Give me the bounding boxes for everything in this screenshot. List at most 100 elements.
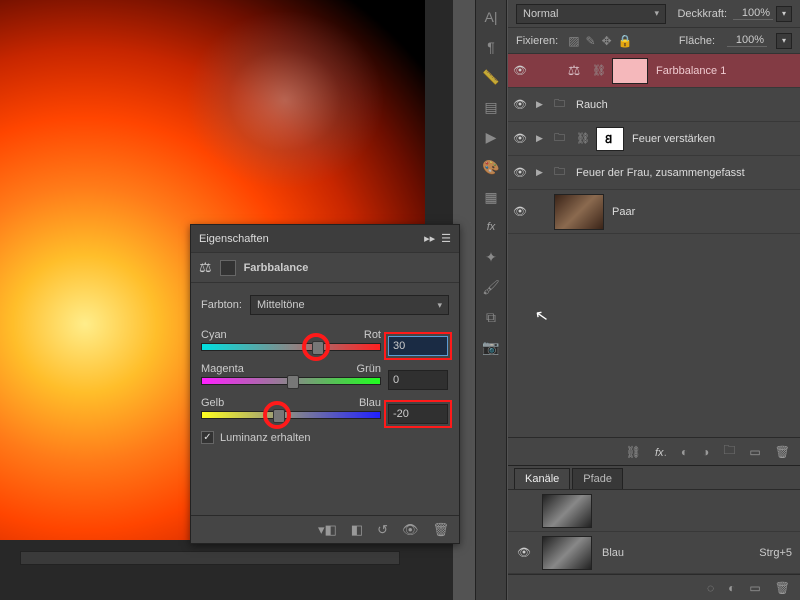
tab-pfade[interactable]: Pfade: [572, 468, 623, 489]
new-layer-icon[interactable]: ▭: [749, 445, 760, 459]
slider-handle[interactable]: [312, 341, 324, 355]
fill-value[interactable]: 100%: [727, 34, 767, 47]
visibility-icon[interactable]: 👁: [512, 132, 528, 145]
grid-icon[interactable]: ▦: [482, 188, 500, 206]
channels-tabs: Kanäle Pfade: [508, 466, 800, 490]
channels-footer: ◌ ◐ ▭ 🗑: [508, 574, 800, 600]
fill-stepper[interactable]: ▾: [776, 33, 792, 49]
lock-all-icon[interactable]: 🔒: [618, 34, 633, 48]
magenta-label: Magenta: [201, 363, 244, 375]
chevron-down-icon: ▾: [654, 8, 659, 19]
fx-icon[interactable]: fx: [482, 218, 500, 236]
tone-dropdown[interactable]: Mitteltöne ▾: [250, 295, 449, 315]
lock-pixels-icon[interactable]: ▨: [568, 34, 579, 48]
fill-label: Fläche:: [679, 35, 715, 47]
layer-mask-thumb[interactable]: 𐐒: [596, 127, 624, 151]
mask-icon[interactable]: ◐: [681, 445, 688, 459]
balance-icon: ⚖: [199, 259, 212, 276]
tone-value: Mitteltöne: [257, 299, 305, 311]
visibility-icon[interactable]: 👁: [512, 98, 528, 111]
camera-icon[interactable]: 📷: [482, 338, 500, 356]
channel-row[interactable]: [508, 490, 800, 532]
cyan-label: Cyan: [201, 329, 227, 341]
visibility-icon[interactable]: 👁: [512, 205, 528, 218]
opacity-value[interactable]: 100%: [733, 7, 773, 20]
clone-icon[interactable]: ⧉: [482, 308, 500, 326]
expand-icon[interactable]: ▶: [536, 167, 546, 178]
expand-icon[interactable]: ▶: [536, 133, 546, 144]
layer-name: Paar: [612, 206, 800, 218]
slider-handle[interactable]: [273, 409, 285, 423]
magenta-green-value[interactable]: 0: [388, 370, 448, 390]
trash-icon[interactable]: 🗑: [432, 522, 449, 538]
luminance-label: Luminanz erhalten: [220, 432, 311, 444]
gelb-label: Gelb: [201, 397, 224, 409]
channel-row-blau[interactable]: 👁 Blau Strg+5: [508, 532, 800, 574]
luminance-checkbox[interactable]: ✓: [201, 431, 214, 444]
trash-icon[interactable]: 🗑: [775, 581, 790, 595]
blend-mode-dropdown[interactable]: Normal ▾: [516, 4, 666, 24]
horizontal-scrollbar[interactable]: [20, 551, 400, 565]
channel-thumb[interactable]: [542, 536, 592, 570]
link-layers-icon[interactable]: ⛓: [626, 445, 641, 459]
rot-label: Rot: [364, 329, 381, 341]
mask-toggle-icon[interactable]: [220, 260, 236, 276]
measure-icon[interactable]: 📏: [482, 68, 500, 86]
layers-footer: ⛓ fx. ◐ ◑ 🗀 ▭ 🗑: [508, 437, 800, 465]
swatches-icon[interactable]: ▤: [482, 98, 500, 116]
brush-icon[interactable]: 🖌: [482, 278, 500, 296]
yellow-blue-slider[interactable]: -20: [201, 411, 381, 419]
layer-feuer-frau[interactable]: 👁 ▶ 🗀 Feuer der Frau, zusammengefasst: [508, 156, 800, 190]
visibility-icon[interactable]: 👁: [402, 522, 419, 538]
fx-icon[interactable]: fx.: [655, 445, 667, 459]
expand-icon[interactable]: ▶: [536, 99, 546, 110]
properties-panel: Eigenschaften ▸▸ ☰ ⚖ Farbbalance Farbton…: [190, 224, 460, 544]
new-channel-icon[interactable]: ▭: [749, 581, 760, 595]
mask-icon[interactable]: ◐: [728, 581, 735, 595]
smoke-overlay: [185, 10, 385, 190]
layer-thumb[interactable]: [554, 194, 604, 230]
wand-icon[interactable]: ✦: [482, 248, 500, 266]
lock-label: Fixieren:: [516, 35, 558, 47]
slider-handle[interactable]: [287, 375, 299, 389]
adjustment-icon[interactable]: ◑: [702, 445, 709, 459]
lock-paint-icon[interactable]: ✎: [586, 34, 596, 48]
layer-rauch[interactable]: 👁 ▶ 🗀 Rauch: [508, 88, 800, 122]
play-icon[interactable]: ▶: [482, 128, 500, 146]
panel-menu-icon[interactable]: ☰: [441, 232, 451, 245]
cyan-red-slider[interactable]: 30: [201, 343, 381, 351]
visibility-icon[interactable]: 👁: [512, 166, 528, 179]
trash-icon[interactable]: 🗑: [775, 445, 790, 459]
layer-name: Rauch: [576, 99, 800, 111]
yellow-blue-value[interactable]: -20: [388, 404, 448, 424]
properties-title: Eigenschaften: [199, 233, 269, 245]
selection-icon[interactable]: ◌: [707, 581, 714, 595]
layer-list: 👁 ⚖ ⛓ Farbbalance 1 👁 ▶ 🗀 Rauch 👁 ▶ 🗀 ⛓ …: [508, 54, 800, 437]
link-icon[interactable]: ⛓: [592, 64, 604, 77]
adjustment-title: Farbbalance: [244, 262, 309, 274]
layer-farbbalance[interactable]: 👁 ⚖ ⛓ Farbbalance 1: [508, 54, 800, 88]
opacity-stepper[interactable]: ▾: [776, 6, 792, 22]
gruen-label: Grün: [357, 363, 381, 375]
layer-name: Feuer der Frau, zusammengefasst: [576, 167, 800, 179]
link-icon[interactable]: ⛓: [576, 132, 588, 145]
character-icon[interactable]: A|: [482, 8, 500, 26]
visibility-icon[interactable]: 👁: [516, 546, 532, 559]
clip-icon[interactable]: ▾◧: [318, 522, 337, 538]
cyan-red-value[interactable]: 30: [388, 336, 448, 356]
group-icon[interactable]: 🗀: [723, 441, 735, 462]
layer-feuer-verstaerken[interactable]: 👁 ▶ 🗀 ⛓ 𐐒 Feuer verstärken: [508, 122, 800, 156]
previous-icon[interactable]: ◧: [351, 522, 363, 538]
properties-header: Eigenschaften ▸▸ ☰: [191, 225, 459, 253]
magenta-green-slider[interactable]: 0: [201, 377, 381, 385]
reset-icon[interactable]: ↺: [377, 522, 388, 538]
tab-kanaele[interactable]: Kanäle: [514, 468, 570, 489]
layer-paar[interactable]: 👁 Paar: [508, 190, 800, 234]
layer-mask-thumb[interactable]: [612, 58, 648, 84]
channel-thumb[interactable]: [542, 494, 592, 528]
paragraph-icon[interactable]: ¶: [482, 38, 500, 56]
lock-move-icon[interactable]: ✥: [602, 34, 612, 48]
collapse-icon[interactable]: ▸▸: [424, 232, 435, 245]
color-icon[interactable]: 🎨: [482, 158, 500, 176]
visibility-icon[interactable]: 👁: [512, 64, 528, 77]
